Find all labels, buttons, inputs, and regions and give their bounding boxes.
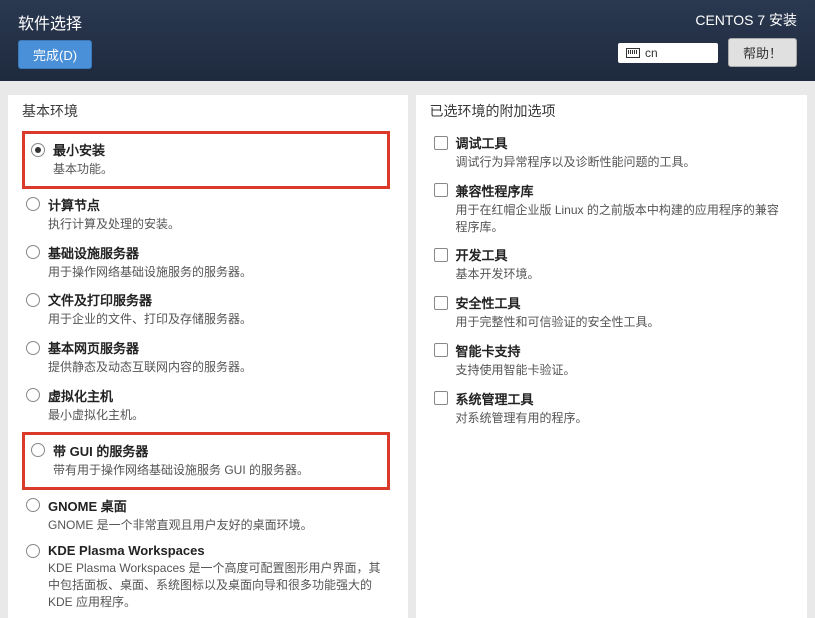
option-label: 兼容性程序库 [456,181,534,200]
addons-title: 已选环境的附加选项 [430,95,794,129]
help-button[interactable]: 帮助！ [728,38,797,67]
header-left: 软件选择 完成(D) [18,10,92,69]
option-label: 安全性工具 [456,293,521,312]
addons-panel: 已选环境的附加选项 调试工具调试行为异常程序以及诊断性能问题的工具。兼容性程序库… [416,95,808,618]
base-environment-list[interactable]: 最小安装基本功能。计算节点执行计算及处理的安装。基础设施服务器用于操作网络基础设… [22,129,394,612]
option-label: 智能卡支持 [456,341,521,360]
radio-button[interactable] [26,544,40,558]
environment-option[interactable]: 基本网页服务器提供静态及动态互联网内容的服务器。 [22,334,390,382]
option-description: 最小虚拟化主机。 [26,405,390,424]
header-bar: 软件选择 完成(D) CENTOS 7 安装 cn 帮助！ [0,0,815,81]
option-label: 开发工具 [456,245,508,264]
addon-option[interactable]: 兼容性程序库用于在红帽企业版 Linux 的之前版本中构建的应用程序的兼容程序库… [430,177,790,242]
radio-button[interactable] [26,197,40,211]
base-environment-title: 基本环境 [22,95,394,129]
addon-option[interactable]: 智能卡支持支持使用智能卡验证。 [430,337,790,385]
option-label: 调试工具 [456,133,508,152]
option-label: 基本网页服务器 [48,338,139,357]
checkbox[interactable] [434,136,448,150]
keyboard-icon [626,48,640,58]
option-description: 用于操作网络基础设施服务的服务器。 [26,262,390,281]
option-label: 系统管理工具 [456,389,534,408]
option-description: 基本功能。 [31,159,385,178]
header-controls: cn 帮助！ [618,38,797,67]
addons-list[interactable]: 调试工具调试行为异常程序以及诊断性能问题的工具。兼容性程序库用于在红帽企业版 L… [430,129,794,612]
radio-button[interactable] [31,143,45,157]
checkbox[interactable] [434,343,448,357]
radio-button[interactable] [26,293,40,307]
radio-button[interactable] [26,388,40,402]
environment-option[interactable]: 计算节点执行计算及处理的安装。 [22,191,390,239]
addon-option[interactable]: 系统管理工具对系统管理有用的程序。 [430,385,790,433]
header-right: CENTOS 7 安装 cn 帮助！ [618,10,797,69]
environment-option[interactable]: 文件及打印服务器用于企业的文件、打印及存储服务器。 [22,286,390,334]
option-description: 用于企业的文件、打印及存储服务器。 [26,309,390,328]
environment-option[interactable]: KDE Plasma WorkspacesKDE Plasma Workspac… [22,539,390,612]
install-title: CENTOS 7 安装 [695,10,797,30]
radio-button[interactable] [26,245,40,259]
environment-option[interactable]: 带 GUI 的服务器带有用于操作网络基础设施服务 GUI 的服务器。 [27,437,385,485]
radio-button[interactable] [26,341,40,355]
option-label: 文件及打印服务器 [48,290,152,309]
option-description: 用于完整性和可信验证的安全性工具。 [434,312,790,331]
option-label: 带 GUI 的服务器 [53,441,148,460]
addon-option[interactable]: 安全性工具用于完整性和可信验证的安全性工具。 [430,289,790,337]
keyboard-layout-button[interactable]: cn [618,43,718,63]
option-description: 对系统管理有用的程序。 [434,408,790,427]
option-description: 执行计算及处理的安装。 [26,214,390,233]
option-label: 虚拟化主机 [48,386,113,405]
option-label: 计算节点 [48,195,100,214]
option-label: 基础设施服务器 [48,243,139,262]
content-area: 基本环境 最小安装基本功能。计算节点执行计算及处理的安装。基础设施服务器用于操作… [0,81,815,618]
page-title: 软件选择 [18,10,92,34]
option-description: KDE Plasma Workspaces 是一个高度可配置图形用户界面，其中包… [26,558,390,610]
checkbox[interactable] [434,391,448,405]
environment-option[interactable]: 虚拟化主机最小虚拟化主机。 [22,382,390,430]
base-environment-panel: 基本环境 最小安装基本功能。计算节点执行计算及处理的安装。基础设施服务器用于操作… [8,95,408,618]
option-label: 最小安装 [53,140,105,159]
addon-option[interactable]: 开发工具基本开发环境。 [430,241,790,289]
addon-option[interactable]: 调试工具调试行为异常程序以及诊断性能问题的工具。 [430,129,790,177]
option-description: 用于在红帽企业版 Linux 的之前版本中构建的应用程序的兼容程序库。 [434,200,790,236]
environment-option[interactable]: 最小安装基本功能。 [27,136,385,184]
option-description: GNOME 是一个非常直观且用户友好的桌面环境。 [26,515,390,534]
checkbox[interactable] [434,296,448,310]
option-description: 基本开发环境。 [434,264,790,283]
option-description: 支持使用智能卡验证。 [434,360,790,379]
option-label: GNOME 桌面 [48,496,127,515]
option-description: 带有用于操作网络基础设施服务 GUI 的服务器。 [31,460,385,479]
checkbox[interactable] [434,183,448,197]
checkbox[interactable] [434,248,448,262]
option-description: 提供静态及动态互联网内容的服务器。 [26,357,390,376]
radio-button[interactable] [26,498,40,512]
done-button[interactable]: 完成(D) [18,40,92,69]
environment-option[interactable]: GNOME 桌面GNOME 是一个非常直观且用户友好的桌面环境。 [22,492,390,540]
environment-option[interactable]: 基础设施服务器用于操作网络基础设施服务的服务器。 [22,239,390,287]
keyboard-layout-text: cn [645,46,658,60]
option-description: 调试行为异常程序以及诊断性能问题的工具。 [434,152,790,171]
option-label: KDE Plasma Workspaces [48,543,205,558]
radio-button[interactable] [31,443,45,457]
